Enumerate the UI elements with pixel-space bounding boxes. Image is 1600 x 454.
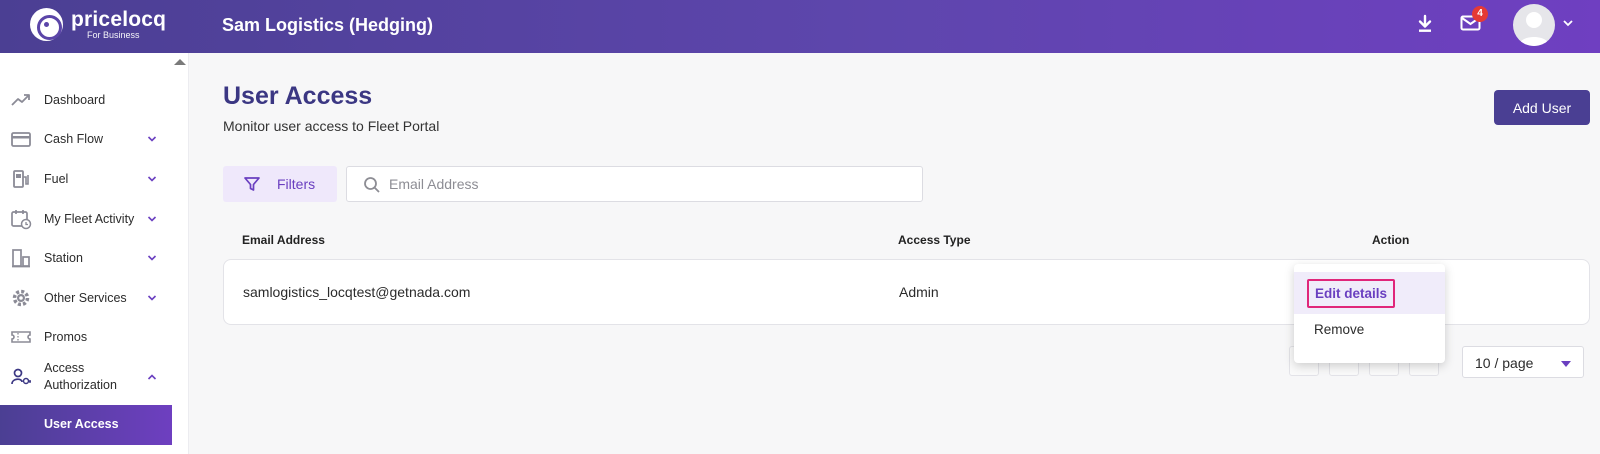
sidebar-subitem-label: User Access: [44, 417, 119, 431]
brand-name: pricelocq: [71, 8, 167, 31]
calendar-clock-icon: [11, 210, 32, 230]
sidebar-item-access-authorization[interactable]: Access Authorization: [0, 357, 172, 397]
page-size-value: 10 / page: [1475, 355, 1534, 371]
scroll-up-arrow-icon[interactable]: [174, 59, 186, 65]
sidebar-item-label: Station: [44, 250, 83, 265]
page-title: User Access: [223, 82, 373, 110]
sidebar-item-promos[interactable]: Promos: [0, 317, 172, 357]
search-box: [346, 166, 923, 202]
logo-icon: [30, 8, 63, 41]
trend-up-icon: [11, 94, 30, 106]
chevron-down-icon[interactable]: [147, 215, 157, 223]
sidebar-item-label: My Fleet Activity: [44, 211, 135, 226]
search-icon: [364, 177, 380, 193]
action-dropdown-menu: Edit details Remove: [1294, 264, 1445, 363]
edit-details-label: Edit details: [1307, 279, 1396, 308]
caret-down-icon: [1561, 361, 1571, 367]
filters-label: Filters: [277, 176, 316, 192]
filter-funnel-icon: [244, 177, 260, 191]
sidebar-subitem-user-access[interactable]: User Access: [0, 405, 172, 445]
email-cell: samlogistics_locqtest@getnada.com: [243, 284, 471, 300]
user-key-icon: [11, 368, 31, 385]
sidebar-item-dashboard[interactable]: Dashboard: [0, 80, 172, 120]
add-user-button[interactable]: Add User: [1494, 90, 1590, 125]
chevron-down-icon[interactable]: [147, 294, 157, 302]
remove-menu-item[interactable]: Remove: [1314, 322, 1364, 337]
sidebar-item-label: Access Authorization: [44, 361, 117, 392]
sidebar-item-label: Cash Flow: [44, 131, 104, 146]
avatar[interactable]: [1513, 4, 1555, 46]
fuel-pump-icon: [13, 170, 29, 188]
user-silhouette-icon: [1519, 12, 1549, 46]
edit-details-menu-item[interactable]: Edit details: [1294, 272, 1445, 314]
chevron-down-icon[interactable]: [147, 135, 157, 143]
filters-button[interactable]: Filters: [223, 166, 337, 202]
sidebar-item-my-fleet-activity[interactable]: My Fleet Activity: [0, 199, 172, 239]
brand-subtitle: For Business: [87, 30, 140, 40]
sidebar-item-fuel[interactable]: Fuel: [0, 159, 172, 199]
top-header: pricelocq For Business Sam Logistics (He…: [0, 0, 1600, 53]
sidebar-item-cash-flow[interactable]: Cash Flow: [0, 119, 172, 159]
sidebar-item-other-services[interactable]: Other Services: [0, 278, 172, 318]
chevron-down-icon[interactable]: [1562, 19, 1574, 27]
page-subtitle: Monitor user access to Fleet Portal: [223, 118, 440, 134]
notification-badge: 4: [1472, 6, 1488, 22]
sidebar: Dashboard Cash Flow Fuel My Fleet Activi…: [0, 53, 189, 454]
company-name: Sam Logistics (Hedging): [222, 15, 434, 35]
sidebar-item-label: Fuel: [44, 171, 69, 186]
sidebar-item-station[interactable]: Station: [0, 238, 172, 278]
gear-icon: [12, 289, 30, 307]
download-icon[interactable]: [1416, 14, 1434, 34]
access-type-cell: Admin: [899, 284, 939, 300]
chevron-up-icon[interactable]: [147, 373, 157, 381]
sidebar-item-label: Promos: [44, 329, 88, 344]
page-size-select[interactable]: 10 / page: [1462, 346, 1584, 378]
station-icon: [12, 249, 30, 268]
email-search-input[interactable]: [389, 167, 909, 201]
chevron-down-icon[interactable]: [147, 254, 157, 262]
column-header-action: Action: [1372, 233, 1410, 247]
column-header-email[interactable]: Email Address: [242, 233, 325, 247]
sidebar-item-label: Other Services: [44, 290, 127, 305]
ticket-icon: [11, 331, 31, 343]
column-header-access-type[interactable]: Access Type: [898, 233, 971, 247]
sidebar-item-label: Dashboard: [44, 92, 106, 107]
chevron-down-icon[interactable]: [147, 175, 157, 183]
brand-logo[interactable]: pricelocq For Business: [30, 8, 166, 41]
credit-card-icon: [11, 132, 31, 147]
